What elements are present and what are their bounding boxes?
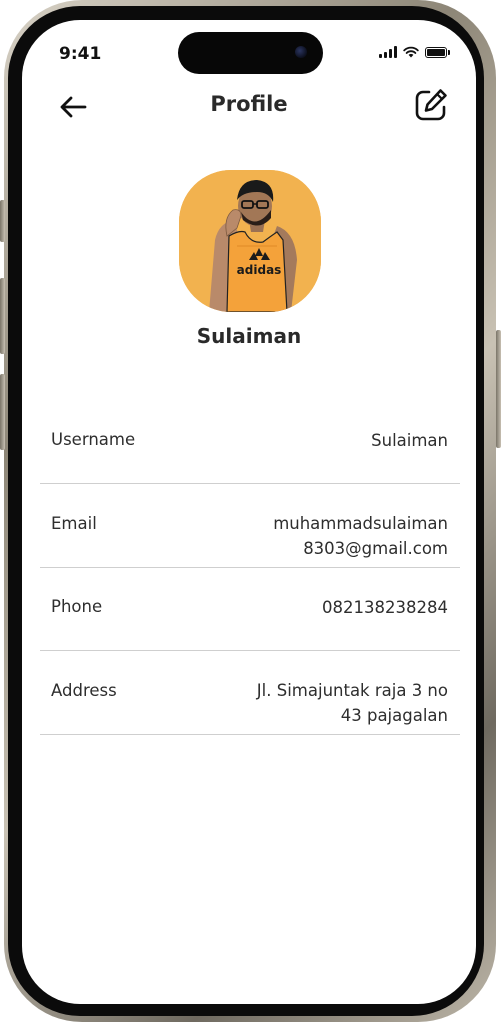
email-label: Email (51, 514, 97, 533)
info-row-address: Address Jl. Simajuntak raja 3 no 43 paja… (40, 651, 460, 735)
phone-label: Phone (51, 597, 103, 616)
email-value-line-1: muhammadsulaiman (273, 514, 448, 533)
phone-value: 082138238284 (322, 595, 448, 620)
avatar-photo: adidas (179, 170, 321, 312)
email-value-line-2: 8303@gmail.com (303, 539, 448, 558)
status-icons (379, 46, 450, 58)
address-value-line-2: 43 pajagalan (340, 706, 448, 725)
screen: 9:41 Profile adidas Sulaiman Username Su… (22, 20, 476, 1004)
username-value: Sulaiman (371, 428, 448, 453)
signal-icon (379, 46, 397, 58)
info-row-phone: Phone 082138238284 (40, 568, 460, 651)
shirt-text: adidas (237, 263, 282, 277)
address-value-line-1: Jl. Simajuntak raja 3 no (256, 681, 448, 700)
address-value: Jl. Simajuntak raja 3 no 43 pajagalan (257, 678, 448, 728)
wifi-icon (403, 46, 419, 58)
email-value: muhammadsulaiman 8303@gmail.com (273, 511, 448, 561)
address-label: Address (51, 681, 117, 700)
dynamic-island (178, 32, 323, 74)
battery-tip (448, 49, 450, 55)
info-row-email: Email muhammadsulaiman 8303@gmail.com (40, 484, 460, 568)
power-button (496, 330, 501, 448)
header: Profile (22, 82, 476, 132)
action-button (0, 200, 5, 242)
profile-name: Sulaiman (196, 324, 302, 348)
status-time: 9:41 (59, 44, 102, 64)
username-label: Username (51, 430, 136, 449)
info-row-username: Username Sulaiman (40, 400, 460, 484)
volume-down-button (0, 374, 5, 450)
phone-value-line: 082138238284 (322, 598, 448, 617)
volume-up-button (0, 278, 5, 354)
camera-icon (295, 46, 307, 58)
profile-info-list: Username Sulaiman Email muhammadsulaiman… (40, 400, 460, 735)
edit-icon (415, 89, 447, 121)
page-title: Profile (210, 92, 288, 116)
battery-icon (425, 46, 447, 58)
username-value-line: Sulaiman (371, 431, 448, 450)
edit-profile-button[interactable] (412, 86, 450, 124)
avatar[interactable]: adidas (179, 170, 321, 312)
